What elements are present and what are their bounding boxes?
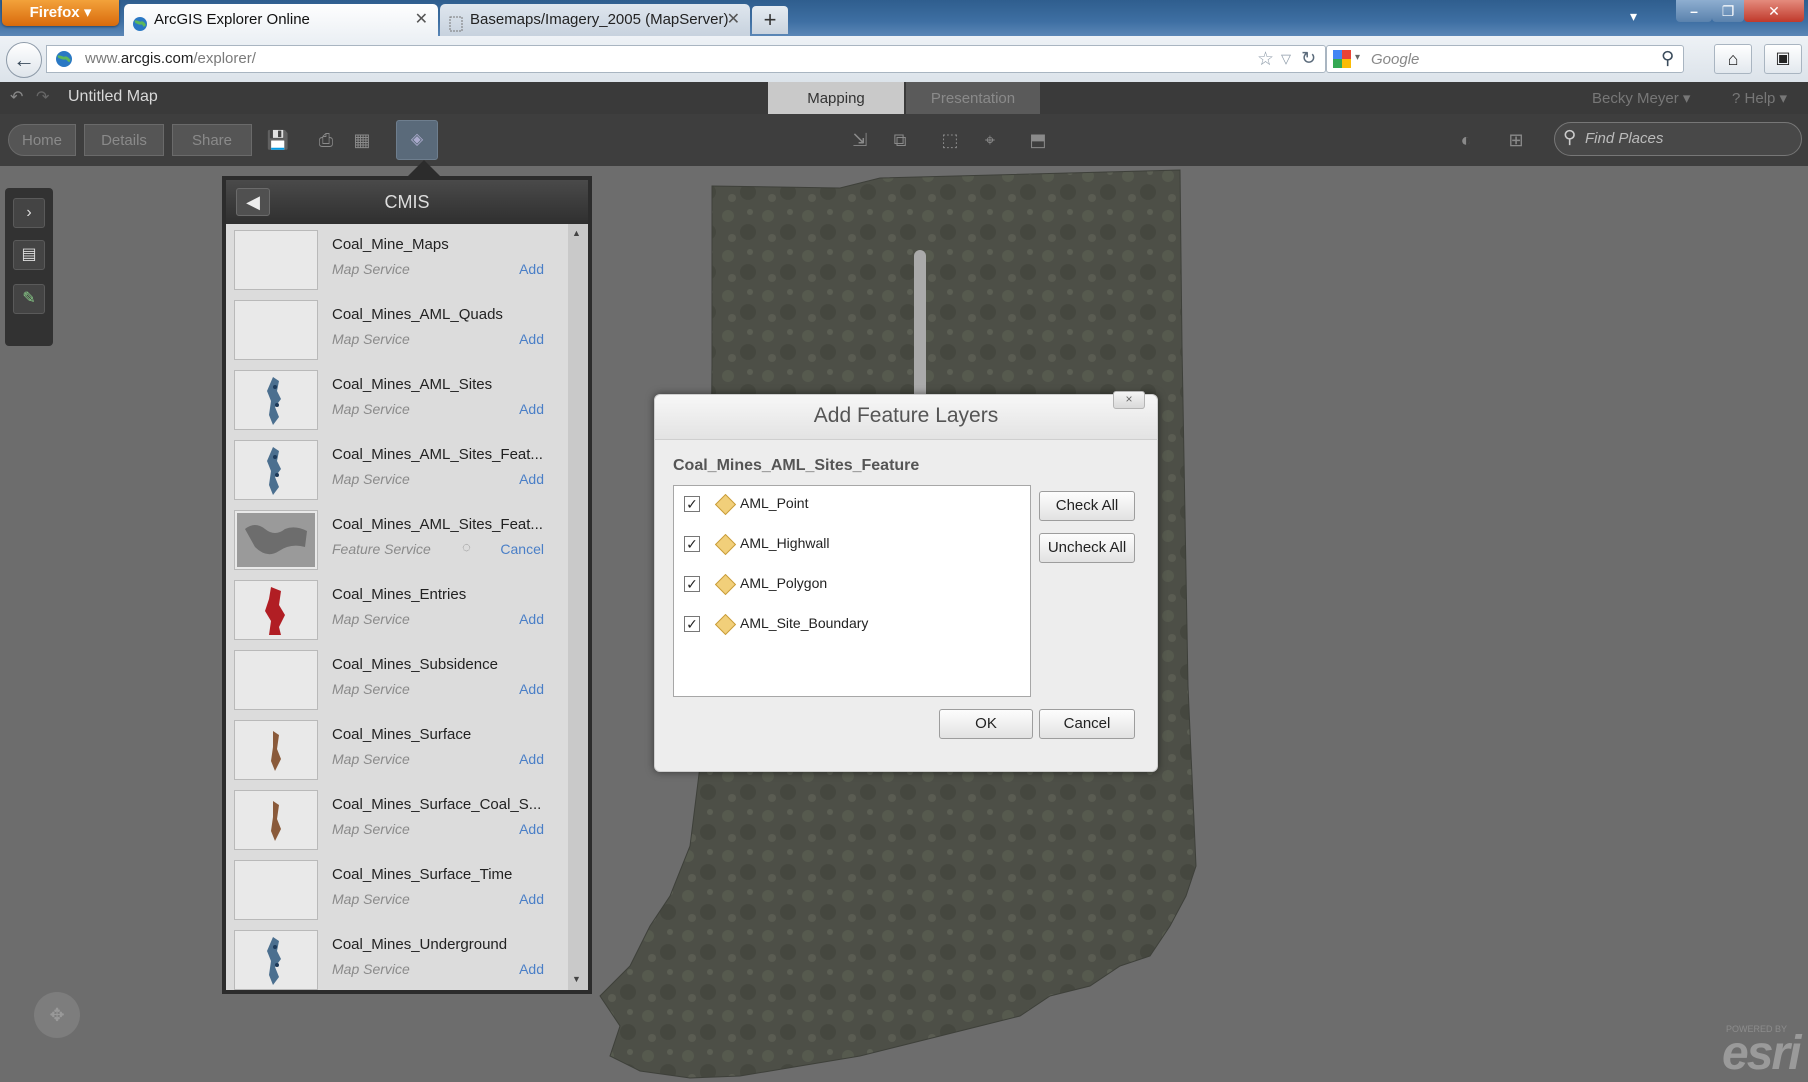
close-icon[interactable]: × — [1113, 391, 1145, 409]
polygon-symbol-icon — [714, 573, 737, 596]
layer-name: AML_Polygon — [740, 575, 828, 591]
ok-button[interactable]: OK — [939, 709, 1033, 739]
layer-checkbox[interactable]: ✓ — [684, 616, 700, 632]
service-name: Coal_Mines_AML_Sites_Feature — [673, 457, 920, 474]
dialog-header: Add Feature Layers — [655, 395, 1157, 440]
layer-name: AML_Point — [740, 495, 809, 511]
cancel-button[interactable]: Cancel — [1039, 709, 1135, 739]
dialog-title: Add Feature Layers — [813, 404, 999, 427]
layer-checkbox[interactable]: ✓ — [684, 496, 700, 512]
modal-overlay: Add Feature Layers × Coal_Mines_AML_Site… — [0, 0, 1808, 1082]
add-feature-layers-dialog: Add Feature Layers × Coal_Mines_AML_Site… — [654, 391, 1158, 772]
layer-row[interactable]: ✓ AML_Point — [684, 492, 1014, 516]
layer-name: AML_Highwall — [740, 535, 830, 551]
layer-row[interactable]: ✓ AML_Polygon — [684, 572, 1014, 596]
layer-row[interactable]: ✓ AML_Highwall — [684, 532, 1014, 556]
layer-checkbox[interactable]: ✓ — [684, 576, 700, 592]
check-all-button[interactable]: Check All — [1039, 491, 1135, 521]
layer-name: AML_Site_Boundary — [740, 615, 869, 631]
layer-list: ✓ AML_Point ✓ AML_Highwall ✓ AML_Polygon ✓ AML_… — [673, 485, 1031, 697]
layer-checkbox[interactable]: ✓ — [684, 536, 700, 552]
polygon-symbol-icon — [714, 613, 737, 636]
polygon-symbol-icon — [714, 533, 737, 556]
polygon-symbol-icon — [714, 493, 737, 516]
uncheck-all-button[interactable]: Uncheck All — [1039, 533, 1135, 563]
layer-row[interactable]: ✓ AML_Site_Boundary — [684, 612, 1014, 636]
